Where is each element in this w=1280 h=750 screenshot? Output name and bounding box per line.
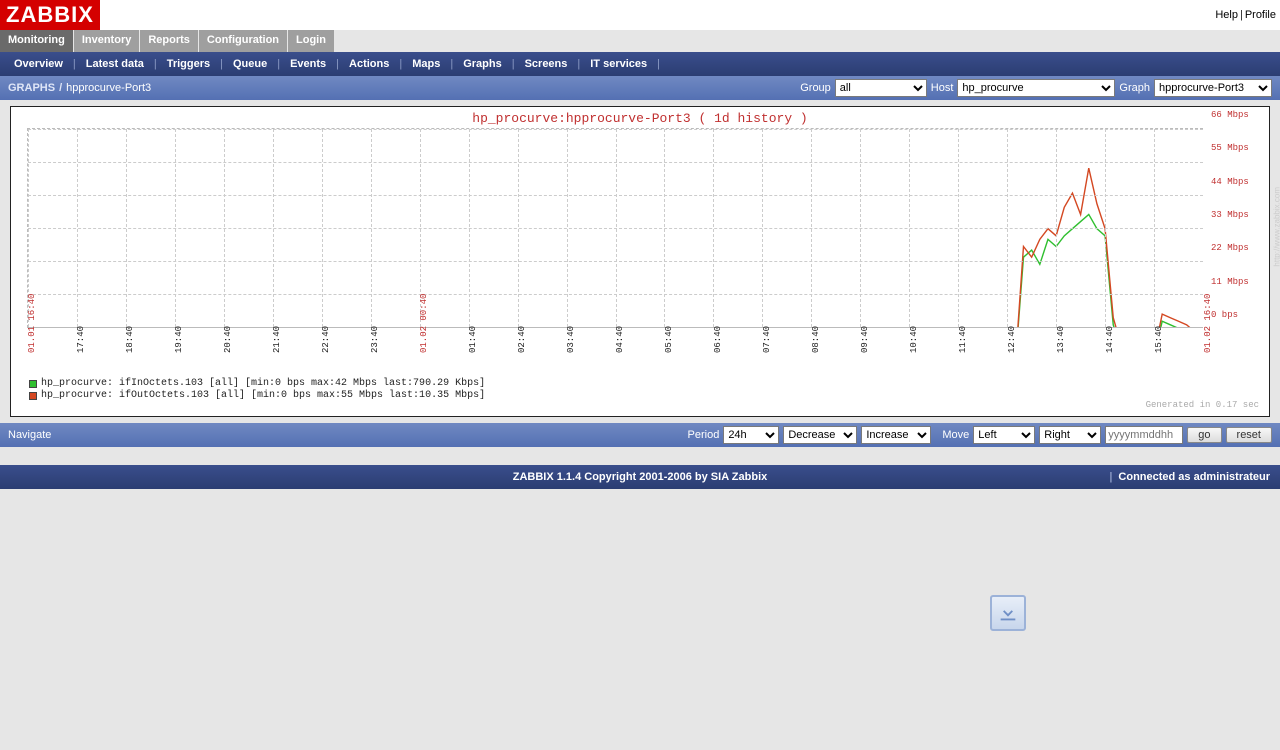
subtab-queue[interactable]: Queue <box>223 58 277 70</box>
reset-button[interactable]: reset <box>1226 427 1272 443</box>
navigate-label: Navigate <box>8 429 51 441</box>
legend-text-in: hp_procurve: ifInOctets.103 [all] [min:0… <box>41 378 485 390</box>
subtab-actions[interactable]: Actions <box>339 58 399 70</box>
graph-label: Graph <box>1119 82 1150 94</box>
subtab-it-services[interactable]: IT services <box>580 58 657 70</box>
timestamp-input[interactable] <box>1105 426 1183 444</box>
subtab-graphs[interactable]: Graphs <box>453 58 512 70</box>
host-select[interactable]: hp_procurve <box>957 79 1115 97</box>
tab-login[interactable]: Login <box>288 30 335 52</box>
legend-swatch-in <box>29 380 37 388</box>
move-label: Move <box>942 429 969 441</box>
footer-copyright: ZABBIX 1.1.4 Copyright 2001-2006 by SIA … <box>513 471 768 483</box>
host-label: Host <box>931 82 954 94</box>
legend: hp_procurve: ifInOctets.103 [all] [min:0… <box>29 378 485 402</box>
breadcrumb-bar: GRAPHS / hpprocurve-Port3 Group all Host… <box>0 76 1280 100</box>
period-label: Period <box>688 429 720 441</box>
move-left[interactable]: Left <box>973 426 1035 444</box>
logo-bar: ZABBIX Help|Profile <box>0 0 1280 30</box>
top-links: Help|Profile <box>1215 9 1276 21</box>
plot-area <box>27 128 1203 328</box>
graph-panel: hp_procurve:hpprocurve-Port3 ( 1d histor… <box>10 106 1270 417</box>
subtab-screens[interactable]: Screens <box>515 58 578 70</box>
tab-inventory[interactable]: Inventory <box>74 30 141 52</box>
period-select[interactable]: 24h <box>723 426 779 444</box>
y-axis-labels: 0 bps11 Mbps22 Mbps33 Mbps44 Mbps55 Mbps… <box>1211 115 1263 315</box>
group-select[interactable]: all <box>835 79 927 97</box>
watermark: http://www.zabbix.com <box>1273 187 1280 267</box>
footer-connected: Connected as administrateur <box>1118 471 1270 483</box>
main-tabs: Monitoring Inventory Reports Configurati… <box>0 30 1280 52</box>
tab-reports[interactable]: Reports <box>140 30 199 52</box>
subtab-maps[interactable]: Maps <box>402 58 450 70</box>
graph-title: hp_procurve:hpprocurve-Port3 ( 1d histor… <box>17 111 1263 126</box>
app-logo: ZABBIX <box>0 0 100 30</box>
help-link[interactable]: Help <box>1215 9 1238 21</box>
sub-tabs: Overview| Latest data| Triggers| Queue| … <box>0 52 1280 76</box>
profile-link[interactable]: Profile <box>1245 9 1276 21</box>
x-axis-labels: 01.01 16:4017:4018:4019:4020:4021:4022:4… <box>27 321 1203 383</box>
footer: ZABBIX 1.1.4 Copyright 2001-2006 by SIA … <box>0 465 1280 489</box>
tab-monitoring[interactable]: Monitoring <box>0 30 74 52</box>
navigate-bar: Navigate Period 24h Decrease Increase Mo… <box>0 423 1280 447</box>
go-button[interactable]: go <box>1187 427 1221 443</box>
period-decrease[interactable]: Decrease <box>783 426 857 444</box>
group-label: Group <box>800 82 831 94</box>
download-icon[interactable] <box>990 595 1026 631</box>
legend-swatch-out <box>29 392 37 400</box>
tab-configuration[interactable]: Configuration <box>199 30 288 52</box>
period-increase[interactable]: Increase <box>861 426 931 444</box>
subtab-overview[interactable]: Overview <box>4 58 73 70</box>
generated-note: Generated in 0.17 sec <box>1146 400 1259 410</box>
move-right[interactable]: Right <box>1039 426 1101 444</box>
subtab-latest-data[interactable]: Latest data <box>76 58 154 70</box>
breadcrumb-current: hpprocurve-Port3 <box>66 82 151 94</box>
breadcrumb-root[interactable]: GRAPHS <box>8 82 55 94</box>
subtab-triggers[interactable]: Triggers <box>157 58 220 70</box>
legend-text-out: hp_procurve: ifOutOctets.103 [all] [min:… <box>41 390 485 402</box>
graph-select[interactable]: hpprocurve-Port3 <box>1154 79 1272 97</box>
subtab-events[interactable]: Events <box>280 58 336 70</box>
